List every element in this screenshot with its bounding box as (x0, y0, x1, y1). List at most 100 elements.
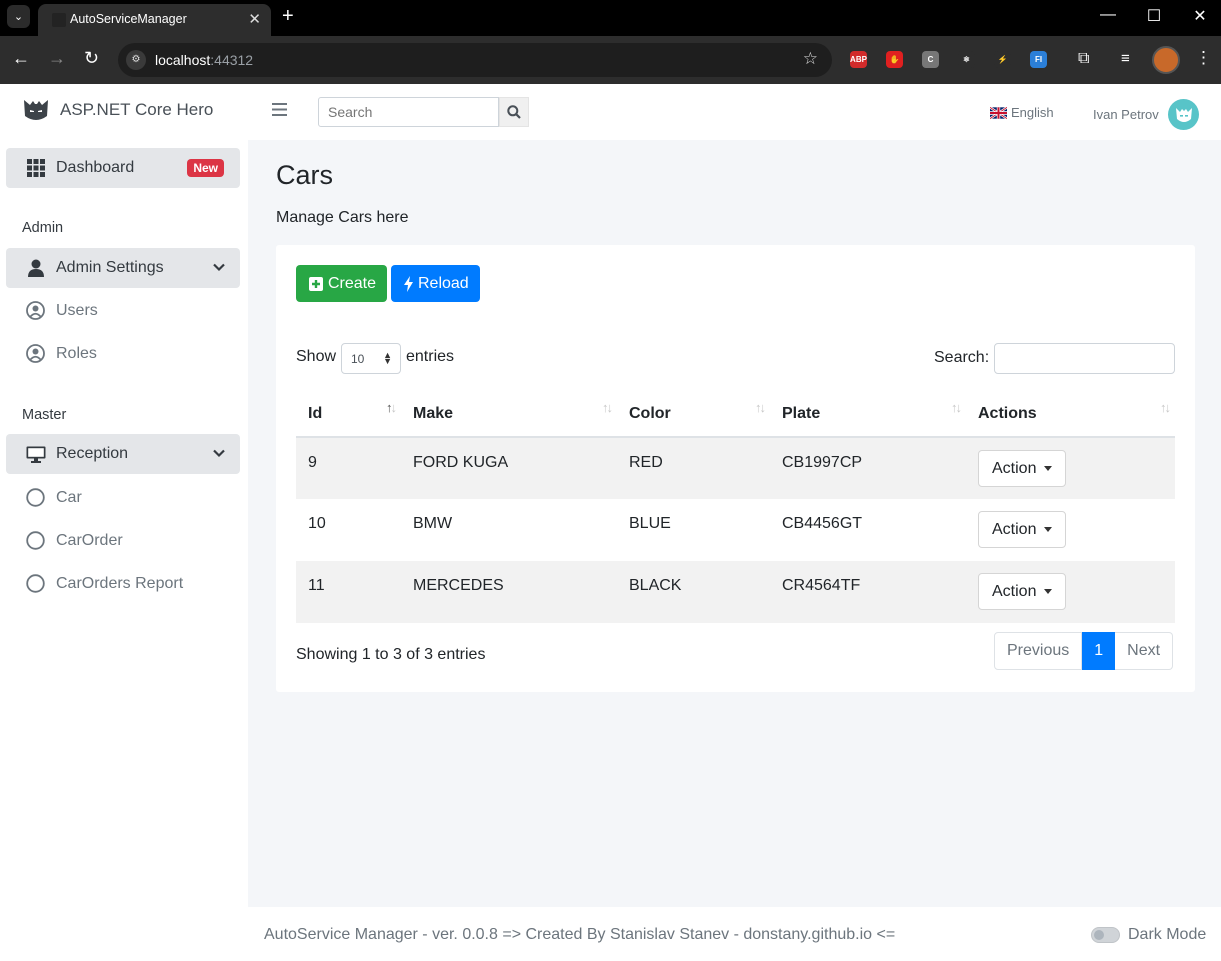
language-selector[interactable]: English (990, 105, 1054, 120)
user-circle-icon (26, 344, 46, 363)
cell-make: FORD KUGA (401, 437, 617, 499)
user-avatar[interactable] (1168, 99, 1199, 130)
browser-toolbar: ← → ↻ ⚙ localhost:44312 ☆ ABP ✋ C ⚛ ⚡ FI ⧉ ≡ … (0, 36, 1221, 84)
dark-mode-toggle[interactable] (1091, 927, 1120, 943)
column-header-actions[interactable]: Actions ↑↓ (966, 391, 1175, 438)
page-length-select[interactable]: 10 ▲ ▼ (341, 343, 401, 374)
back-icon[interactable]: ← (12, 48, 30, 69)
caret-down-icon (1044, 527, 1053, 532)
sort-icon: ↑↓ (755, 400, 766, 415)
cars-card: Create Reload Show 10 ▲ ▼ entries Search:… (276, 245, 1195, 692)
forward-icon[interactable]: → (48, 48, 66, 69)
cell-color: BLACK (617, 561, 770, 623)
grid-icon (26, 159, 46, 177)
table-info: Showing 1 to 3 of 3 entries (296, 646, 486, 663)
chevron-down-icon (213, 449, 225, 458)
address-bar[interactable]: ⚙ localhost:44312 ☆ (118, 43, 832, 77)
cell-id: 9 (296, 437, 401, 499)
navbar-search-button[interactable] (499, 97, 529, 127)
cars-table: Id ↑↓ Make ↑↓ Color ↑↓ Plate ↑↓ Actions ↑↓ 9 … (296, 391, 1175, 623)
minimize-icon[interactable]: — (1093, 6, 1123, 24)
sidebar-item-car[interactable]: Car (26, 488, 82, 507)
hand-stop-icon[interactable]: ✋ (886, 51, 903, 68)
browser-tab[interactable]: AutoServiceManager ✕ (38, 4, 271, 36)
select-arrows-icon: ▲ ▼ (383, 350, 392, 366)
window-close-icon[interactable]: ✕ (1185, 6, 1215, 26)
cell-color: RED (617, 437, 770, 499)
lightning-extension-icon[interactable]: ⚡ (994, 51, 1011, 68)
cell-plate: CR4564TF (770, 561, 966, 623)
caret-down-icon (1044, 589, 1053, 594)
create-label: Create (328, 274, 377, 292)
bookmark-star-icon[interactable]: ☆ (803, 49, 818, 69)
profile-avatar[interactable] (1152, 46, 1180, 74)
batman-logo-icon (24, 100, 48, 120)
caret-down-icon (1044, 466, 1053, 471)
new-tab-icon[interactable]: + (282, 5, 294, 28)
batman-avatar-icon (1175, 107, 1192, 122)
brand-name: ASP.NET Core Hero (60, 100, 214, 119)
table-search-input[interactable] (994, 343, 1175, 374)
sidebar-item-carorder[interactable]: CarOrder (26, 531, 123, 550)
column-header-plate[interactable]: Plate ↑↓ (770, 391, 966, 438)
tab-title: AutoServiceManager (70, 12, 187, 26)
previous-page-button[interactable]: Previous (994, 632, 1083, 670)
user-circle-icon (26, 301, 46, 320)
media-queue-icon[interactable]: ≡ (1121, 50, 1130, 67)
brand[interactable]: ASP.NET Core Hero (22, 96, 213, 124)
fi-extension-icon[interactable]: FI (1030, 51, 1047, 68)
hamburger-menu-icon[interactable] (272, 103, 287, 116)
next-page-button[interactable]: Next (1115, 632, 1174, 670)
action-dropdown-button[interactable]: Action (978, 573, 1067, 610)
url-text: localhost:44312 (155, 52, 254, 68)
site-info-icon[interactable]: ⚙ (126, 50, 146, 70)
sidebar-item-reception[interactable]: Reception (6, 434, 240, 474)
language-label: English (1011, 105, 1054, 120)
page-1-button[interactable]: 1 (1082, 632, 1116, 670)
extensions-puzzle-icon[interactable]: ⧉ (1078, 50, 1089, 68)
sort-icon: ↑↓ (1160, 400, 1171, 415)
action-dropdown-button[interactable]: Action (978, 511, 1067, 548)
tab-favicon-icon (52, 13, 66, 27)
sidebar-item-admin-settings[interactable]: Admin Settings (6, 248, 240, 288)
reload-button[interactable]: Reload (391, 265, 480, 302)
reload-page-icon[interactable]: ↻ (84, 48, 99, 69)
c-extension-icon[interactable]: C (922, 51, 939, 68)
sidebar-item-users[interactable]: Users (26, 301, 98, 320)
tab-search-dropdown-icon[interactable]: ⌄ (7, 5, 30, 28)
uk-flag-icon (990, 106, 1007, 119)
cell-plate: CB1997CP (770, 437, 966, 499)
sidebar-item-label: Reception (56, 445, 129, 462)
cell-plate: CB4456GT (782, 515, 863, 532)
navbar-search-input[interactable] (318, 97, 499, 127)
abp-icon[interactable]: ABP (850, 51, 867, 68)
show-label: Show (296, 348, 337, 365)
tab-close-icon[interactable]: ✕ (248, 10, 261, 28)
user-name[interactable]: Ivan Petrov (1093, 107, 1159, 122)
cell-make: BMW (413, 515, 453, 532)
sort-icon: ↑↓ (602, 400, 613, 415)
table-row: 9 FORD KUGA RED CB1997CP Action (296, 437, 1175, 499)
column-header-id[interactable]: Id ↑↓ (296, 391, 401, 438)
cell-actions: Action (966, 437, 1175, 499)
sort-asc-icon: ↑↓ (386, 400, 397, 415)
action-dropdown-button[interactable]: Action (978, 450, 1067, 487)
create-button[interactable]: Create (296, 265, 387, 302)
cell-id: 10 (308, 515, 326, 532)
cell-actions: Action (966, 561, 1175, 623)
browser-menu-icon[interactable]: ⋮ (1195, 48, 1212, 68)
entries-label: entries (406, 348, 455, 365)
sidebar-item-carorders-report[interactable]: CarOrders Report (26, 574, 183, 593)
footer: AutoService Manager - ver. 0.0.8 => Crea… (248, 907, 1221, 961)
chevron-down-icon (213, 263, 225, 272)
maximize-icon[interactable]: ☐ (1139, 6, 1169, 26)
pagination: Previous 1 Next (994, 632, 1174, 670)
column-header-color[interactable]: Color ↑↓ (617, 391, 770, 438)
sidebar-item-roles[interactable]: Roles (26, 344, 97, 363)
column-header-make[interactable]: Make ↑↓ (401, 391, 617, 438)
page-title: Cars (276, 160, 334, 190)
react-devtools-icon[interactable]: ⚛ (958, 51, 975, 68)
cell-make: MERCEDES (401, 561, 617, 623)
table-header-row: Id ↑↓ Make ↑↓ Color ↑↓ Plate ↑↓ Actions ↑↓ (296, 391, 1175, 438)
sidebar-item-dashboard[interactable]: Dashboard New (6, 148, 240, 188)
